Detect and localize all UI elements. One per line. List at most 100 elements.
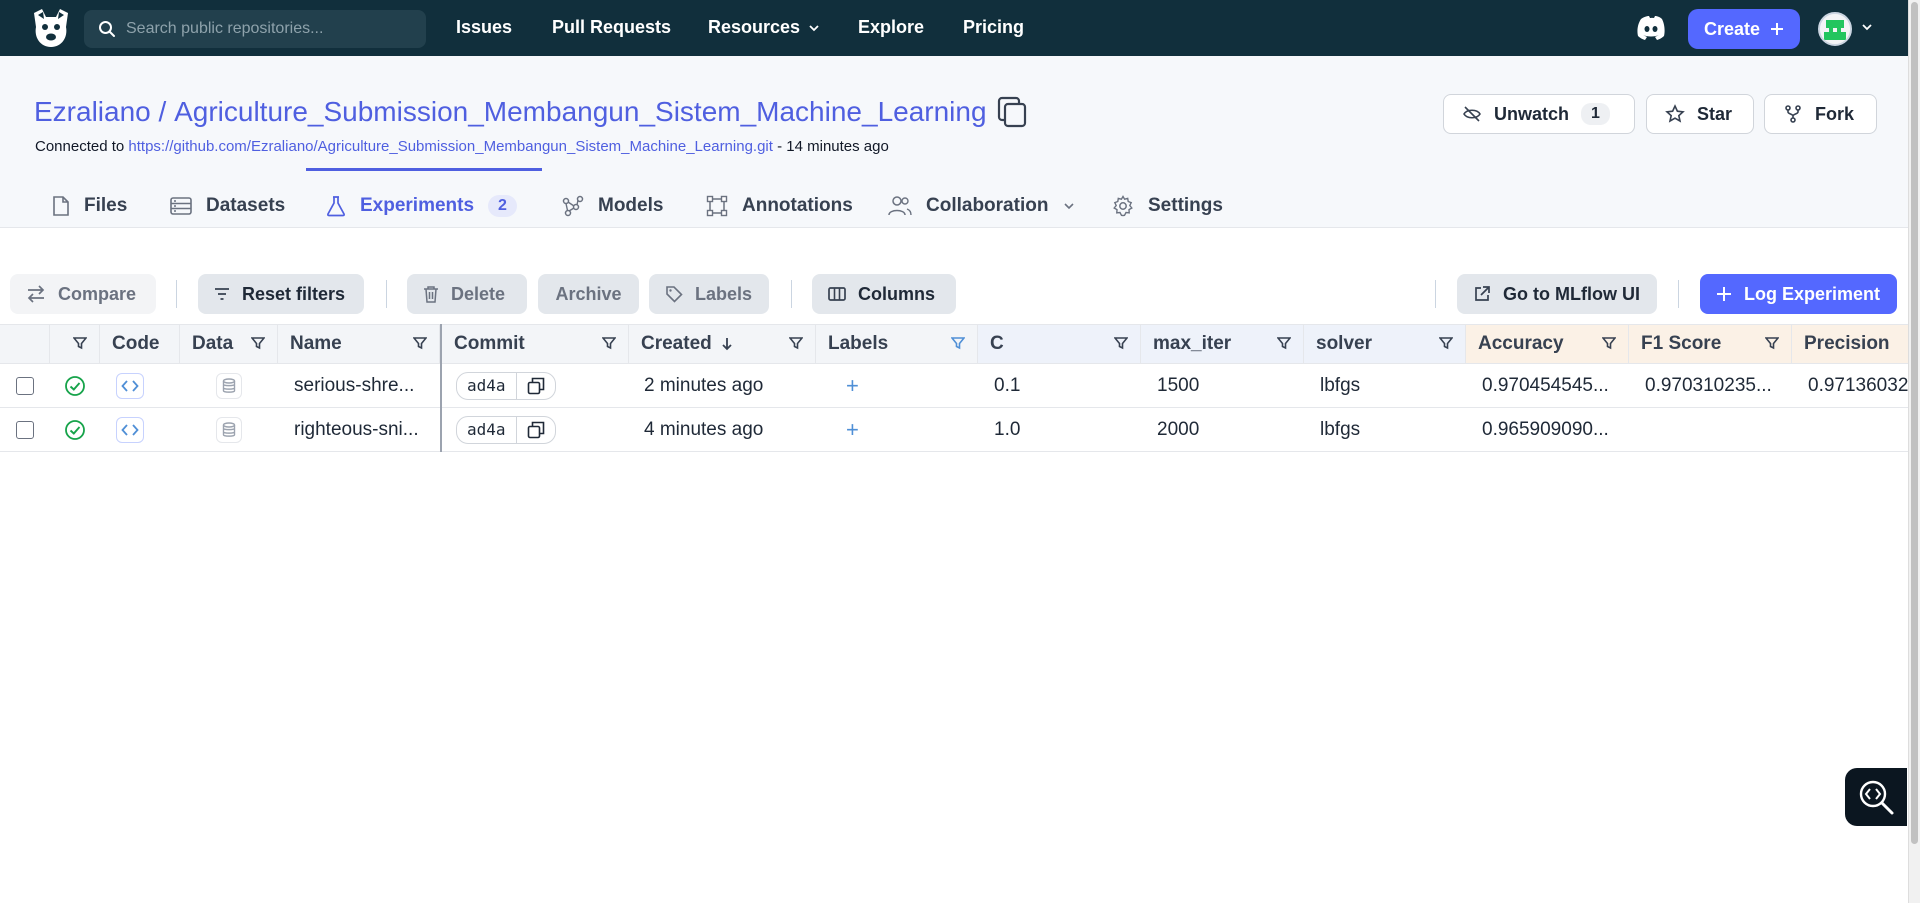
filter-icon[interactable] bbox=[1277, 336, 1291, 350]
nav-pull-requests-link[interactable]: Pull Requests bbox=[552, 17, 671, 38]
unwatch-button[interactable]: Unwatch 1 bbox=[1443, 94, 1635, 134]
row-checkbox[interactable] bbox=[16, 420, 34, 439]
copy-icon[interactable] bbox=[997, 96, 1027, 128]
table-row[interactable]: righteous-sni... ad4a 4 minutes ago + 1.… bbox=[0, 408, 1908, 452]
pinned-column-divider[interactable] bbox=[440, 324, 442, 452]
table-row[interactable]: serious-shre... ad4a 2 minutes ago + 0.1… bbox=[0, 364, 1908, 408]
archive-button[interactable]: Archive bbox=[538, 274, 639, 314]
row-data-cell bbox=[180, 364, 278, 407]
experiments-count-badge: 2 bbox=[488, 195, 517, 217]
add-label-button[interactable]: + bbox=[846, 373, 859, 399]
database-icon bbox=[170, 197, 192, 215]
chevron-down-icon bbox=[1064, 203, 1075, 210]
filter-icon[interactable] bbox=[73, 336, 87, 350]
columns-button[interactable]: Columns bbox=[812, 274, 956, 314]
filter-icon[interactable] bbox=[1765, 336, 1779, 350]
header-name[interactable]: Name bbox=[278, 325, 440, 363]
tab-annotations[interactable]: Annotations bbox=[706, 184, 853, 228]
data-button[interactable] bbox=[216, 416, 242, 443]
code-button[interactable] bbox=[116, 372, 144, 399]
add-label-button[interactable]: + bbox=[846, 417, 859, 443]
filter-icon[interactable] bbox=[1439, 336, 1453, 350]
nav-explore-link[interactable]: Explore bbox=[858, 17, 924, 38]
star-button[interactable]: Star bbox=[1646, 94, 1754, 134]
delete-button[interactable]: Delete bbox=[407, 274, 527, 314]
code-search-fab[interactable] bbox=[1845, 768, 1907, 826]
header-c[interactable]: C bbox=[978, 325, 1141, 363]
row-checkbox[interactable] bbox=[16, 376, 34, 395]
compare-label: Compare bbox=[58, 283, 137, 304]
tab-collaboration[interactable]: Collaboration bbox=[888, 184, 1076, 228]
nav-pricing-label: Pricing bbox=[963, 17, 1025, 37]
row-labels-cell: + bbox=[816, 408, 978, 451]
row-max-iter-cell: 1500 bbox=[1157, 374, 1200, 396]
header-f1-score[interactable]: F1 Score bbox=[1629, 325, 1792, 363]
go-to-mlflow-button[interactable]: Go to MLflow UI bbox=[1457, 274, 1657, 314]
commit-chip[interactable]: ad4a bbox=[456, 371, 556, 400]
row-commit-cell: ad4a bbox=[448, 408, 629, 451]
filter-icon[interactable] bbox=[251, 336, 265, 350]
repo-owner-link[interactable]: Ezraliano bbox=[34, 96, 151, 128]
code-search-icon bbox=[1859, 780, 1894, 815]
nav-issues-link[interactable]: Issues bbox=[456, 17, 512, 38]
log-experiment-button[interactable]: Log Experiment bbox=[1700, 274, 1897, 314]
tab-settings[interactable]: Settings bbox=[1112, 184, 1223, 228]
filter-lines-icon bbox=[215, 288, 229, 300]
repo-tabs: Files Datasets Experiments 2 Models Anno… bbox=[0, 184, 1300, 228]
tab-models[interactable]: Models bbox=[562, 184, 663, 228]
filter-icon[interactable] bbox=[1602, 336, 1616, 350]
arrow-down-icon bbox=[722, 338, 732, 351]
header-labels[interactable]: Labels bbox=[816, 325, 978, 363]
chevron-down-icon[interactable] bbox=[1860, 20, 1874, 34]
header-solver[interactable]: solver bbox=[1304, 325, 1466, 363]
tab-experiments[interactable]: Experiments 2 bbox=[326, 184, 517, 228]
search-bar[interactable] bbox=[84, 10, 426, 48]
filter-icon[interactable] bbox=[789, 336, 803, 350]
code-brackets-icon bbox=[121, 379, 139, 392]
discord-icon[interactable] bbox=[1636, 14, 1666, 42]
success-check-icon bbox=[65, 375, 85, 396]
scrollbar-thumb[interactable] bbox=[1911, 2, 1918, 844]
avatar-image-icon bbox=[1820, 14, 1850, 44]
row-name-cell[interactable]: serious-shre... bbox=[282, 364, 440, 407]
header-max-iter[interactable]: max_iter bbox=[1141, 325, 1304, 363]
create-button[interactable]: Create bbox=[1688, 9, 1800, 49]
fork-icon bbox=[1785, 105, 1801, 123]
filter-icon[interactable] bbox=[1114, 336, 1128, 350]
code-button[interactable] bbox=[116, 416, 144, 443]
filter-icon[interactable] bbox=[413, 336, 427, 350]
header-created[interactable]: Created bbox=[629, 325, 816, 363]
repo-separator: / bbox=[150, 96, 175, 127]
search-input[interactable] bbox=[126, 20, 406, 38]
filter-icon[interactable] bbox=[602, 336, 616, 350]
filter-icon[interactable] bbox=[951, 336, 965, 350]
row-name-cell[interactable]: righteous-sni... bbox=[282, 408, 440, 451]
active-tab-indicator bbox=[306, 168, 542, 171]
avatar[interactable] bbox=[1818, 12, 1852, 46]
nav-resources-dropdown[interactable]: Resources bbox=[708, 17, 820, 38]
tab-datasets[interactable]: Datasets bbox=[170, 184, 285, 228]
row-status-cell bbox=[50, 408, 100, 451]
nav-pricing-link[interactable]: Pricing bbox=[963, 17, 1024, 38]
header-commit[interactable]: Commit bbox=[442, 325, 629, 363]
repo-name-link[interactable]: Agriculture_Submission_Membangun_Sistem_… bbox=[174, 96, 986, 128]
header-code[interactable]: Code bbox=[100, 325, 180, 363]
copy-commit-button[interactable] bbox=[517, 421, 555, 439]
tab-files[interactable]: Files bbox=[52, 184, 127, 228]
header-data[interactable]: Data bbox=[180, 325, 278, 363]
tab-collaboration-label: Collaboration bbox=[926, 195, 1049, 216]
header-accuracy[interactable]: Accuracy bbox=[1466, 325, 1629, 363]
header-precision[interactable]: Precision bbox=[1792, 325, 1908, 363]
compare-button[interactable]: Compare bbox=[10, 274, 156, 314]
page-scrollbar[interactable] bbox=[1908, 0, 1920, 903]
copy-commit-button[interactable] bbox=[517, 377, 555, 395]
data-button[interactable] bbox=[216, 372, 242, 399]
commit-chip[interactable]: ad4a bbox=[456, 415, 556, 444]
header-status[interactable] bbox=[50, 325, 100, 363]
connected-url-link[interactable]: https://github.com/Ezraliano/Agriculture… bbox=[128, 138, 773, 155]
reset-filters-button[interactable]: Reset filters bbox=[198, 274, 364, 314]
table-header-row: Code Data Name Commit Created Labels C m… bbox=[0, 324, 1908, 364]
fork-button[interactable]: Fork bbox=[1764, 94, 1877, 134]
dagshub-logo-icon[interactable] bbox=[28, 7, 74, 49]
labels-button[interactable]: Labels bbox=[649, 274, 769, 314]
